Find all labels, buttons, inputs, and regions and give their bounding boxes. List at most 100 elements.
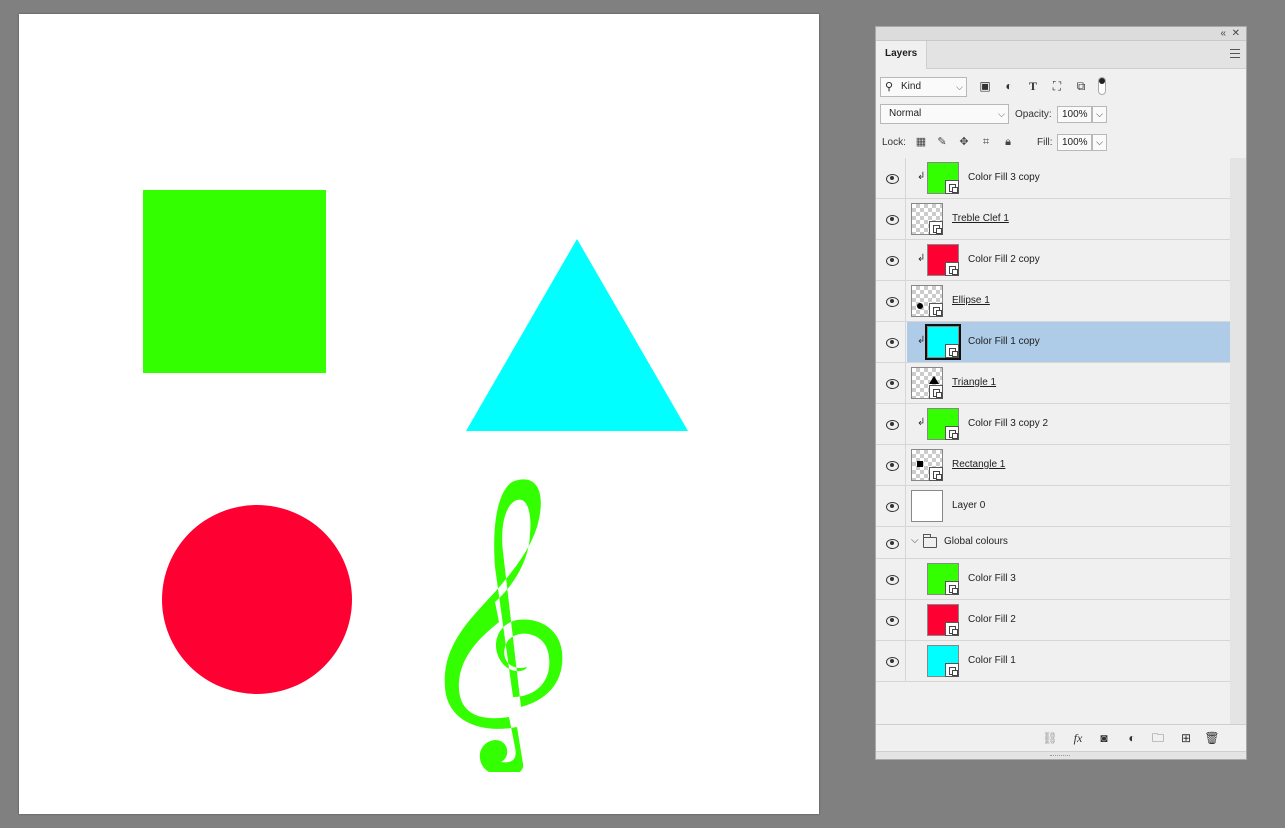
panel-resize-grip[interactable] xyxy=(876,751,1246,759)
layer-row[interactable]: ↲ Color Fill 2 copy xyxy=(876,240,1230,281)
layer-thumbnail[interactable] xyxy=(927,162,959,194)
cyan-triangle-shape[interactable] xyxy=(466,239,688,431)
layer-thumbnail[interactable] xyxy=(927,563,959,595)
layer-thumbnail[interactable] xyxy=(925,324,961,360)
layer-list-scrollbar[interactable] xyxy=(1230,158,1246,724)
new-adjustment-icon[interactable]: ◐ xyxy=(1124,730,1140,746)
smart-fill-badge-icon xyxy=(945,581,959,595)
layer-row[interactable]: Layer 0 xyxy=(876,486,1230,527)
layer-thumbnail[interactable] xyxy=(911,449,943,481)
group-expand-chevron-icon[interactable]: ⌵ xyxy=(911,535,919,546)
kind-filter-select[interactable]: ⚲ Kind ⌵ xyxy=(880,77,967,97)
visibility-eye-icon[interactable] xyxy=(876,486,906,526)
visibility-eye-icon[interactable] xyxy=(876,199,906,239)
layer-name: Color Fill 1 xyxy=(968,655,1016,666)
tab-layers[interactable]: Layers xyxy=(876,41,928,69)
layer-thumbnail[interactable] xyxy=(927,408,959,440)
image-filter-icon[interactable]: ▣ xyxy=(977,78,993,94)
layer-thumbnail[interactable] xyxy=(911,285,943,317)
visibility-eye-icon[interactable] xyxy=(876,527,906,558)
layer-name: Color Fill 3 copy xyxy=(968,172,1040,183)
visibility-eye-icon[interactable] xyxy=(876,240,906,280)
treble-clef-shape[interactable] xyxy=(417,472,577,772)
lock-row: Lock: ▦ ✎ ✥ ⌗ 🔒︎ Fill: 100% ⌵ xyxy=(876,130,1246,154)
layer-row[interactable]: Ellipse 1 xyxy=(876,281,1230,322)
layer-body[interactable]: ↲ Color Fill 1 copy xyxy=(907,322,1230,362)
panel-bottom-toolbar: ⛓ fx ◙ ◐ 🗀 ⊞ 🗑︎ xyxy=(876,724,1246,750)
layer-body[interactable]: Ellipse 1 xyxy=(907,281,1230,321)
shape-filter-icon[interactable]: ⛶ xyxy=(1049,78,1065,94)
blend-mode-select[interactable]: Normal ⌵ xyxy=(880,104,1009,124)
fill-label: Fill: xyxy=(1037,137,1053,148)
opacity-field[interactable]: 100% xyxy=(1057,106,1092,123)
layer-thumbnail[interactable] xyxy=(911,203,943,235)
layer-body[interactable]: Triangle 1 xyxy=(907,363,1230,403)
layer-row[interactable]: ↲ Color Fill 1 copy xyxy=(876,322,1230,363)
layer-row[interactable]: Color Fill 3 xyxy=(876,559,1230,600)
type-filter-icon[interactable]: T xyxy=(1025,78,1041,94)
layer-thumbnail[interactable] xyxy=(927,645,959,677)
layer-row[interactable]: Triangle 1 xyxy=(876,363,1230,404)
smart-object-filter-icon[interactable]: ⧉ xyxy=(1073,78,1089,94)
lock-transparency-icon[interactable]: ▦ xyxy=(914,135,928,149)
layer-row[interactable]: ↲ Color Fill 3 copy xyxy=(876,158,1230,199)
layer-body[interactable]: Rectangle 1 xyxy=(907,445,1230,485)
layer-row[interactable]: Rectangle 1 xyxy=(876,445,1230,486)
visibility-eye-icon[interactable] xyxy=(876,404,906,444)
layer-body[interactable]: Treble Clef 1 xyxy=(907,199,1230,239)
new-layer-icon[interactable]: ⊞ xyxy=(1178,730,1194,746)
smart-fill-badge-icon xyxy=(945,262,959,276)
smart-fill-badge-icon xyxy=(945,426,959,440)
fx-icon[interactable]: fx xyxy=(1070,730,1086,746)
layer-row[interactable]: ⌵ Global colours xyxy=(876,527,1230,559)
layer-body[interactable]: ↲ Color Fill 3 copy 2 xyxy=(907,404,1230,444)
lock-move-icon[interactable]: ✥ xyxy=(957,135,971,149)
delete-layer-icon[interactable]: 🗑︎ xyxy=(1204,730,1220,746)
layer-thumbnail[interactable] xyxy=(927,604,959,636)
opacity-dropdown-button[interactable]: ⌵ xyxy=(1092,106,1107,123)
layer-body[interactable]: ↲ Color Fill 3 copy xyxy=(907,158,1230,198)
layer-thumbnail[interactable] xyxy=(911,367,943,399)
filter-toggle-switch[interactable] xyxy=(1098,77,1106,95)
red-circle-shape[interactable] xyxy=(162,505,352,694)
layer-row[interactable]: Color Fill 1 xyxy=(876,641,1230,682)
add-mask-icon[interactable]: ◙ xyxy=(1096,730,1112,746)
layer-row[interactable]: Treble Clef 1 xyxy=(876,199,1230,240)
layer-name: Rectangle 1 xyxy=(952,459,1006,470)
visibility-eye-icon[interactable] xyxy=(876,158,906,198)
layer-body[interactable]: ↲ Color Fill 2 copy xyxy=(907,240,1230,280)
layer-row[interactable]: ↲ Color Fill 3 copy 2 xyxy=(876,404,1230,445)
panel-menu-icon[interactable] xyxy=(1230,49,1240,58)
layer-name: Color Fill 2 copy xyxy=(968,254,1040,265)
kind-filter-label: Kind xyxy=(901,81,922,92)
layer-thumbnail[interactable] xyxy=(911,490,943,522)
visibility-eye-icon[interactable] xyxy=(876,322,906,362)
lock-paint-icon[interactable]: ✎ xyxy=(935,135,949,149)
visibility-eye-icon[interactable] xyxy=(876,641,906,681)
double-chevron-left-icon[interactable]: « xyxy=(1220,27,1226,41)
lock-all-icon[interactable]: 🔒︎ xyxy=(1001,135,1015,149)
lock-artboard-icon[interactable]: ⌗ xyxy=(979,135,993,149)
visibility-eye-icon[interactable] xyxy=(876,281,906,321)
layer-name: Color Fill 3 copy 2 xyxy=(968,418,1049,429)
layer-row[interactable]: Color Fill 2 xyxy=(876,600,1230,641)
link-layers-icon[interactable]: ⛓ xyxy=(1042,730,1058,746)
new-group-icon[interactable]: 🗀 xyxy=(1150,730,1166,746)
document-canvas[interactable] xyxy=(19,14,819,814)
visibility-eye-icon[interactable] xyxy=(876,600,906,640)
clipping-mask-arrow-icon: ↲ xyxy=(917,335,926,346)
fill-field[interactable]: 100% xyxy=(1057,134,1092,151)
adjustment-filter-icon[interactable]: ◐ xyxy=(1001,78,1017,94)
layer-thumbnail[interactable] xyxy=(927,244,959,276)
visibility-eye-icon[interactable] xyxy=(876,559,906,599)
close-icon[interactable]: ✕ xyxy=(1232,27,1240,41)
layer-body[interactable]: Color Fill 3 xyxy=(907,559,1230,599)
layer-body[interactable]: Color Fill 1 xyxy=(907,641,1230,681)
visibility-eye-icon[interactable] xyxy=(876,445,906,485)
layer-body[interactable]: Layer 0 xyxy=(907,486,1230,526)
visibility-eye-icon[interactable] xyxy=(876,363,906,403)
fill-dropdown-button[interactable]: ⌵ xyxy=(1092,134,1107,151)
green-square-shape[interactable] xyxy=(143,190,326,373)
layer-body[interactable]: ⌵ Global colours xyxy=(907,527,1230,558)
layer-body[interactable]: Color Fill 2 xyxy=(907,600,1230,640)
